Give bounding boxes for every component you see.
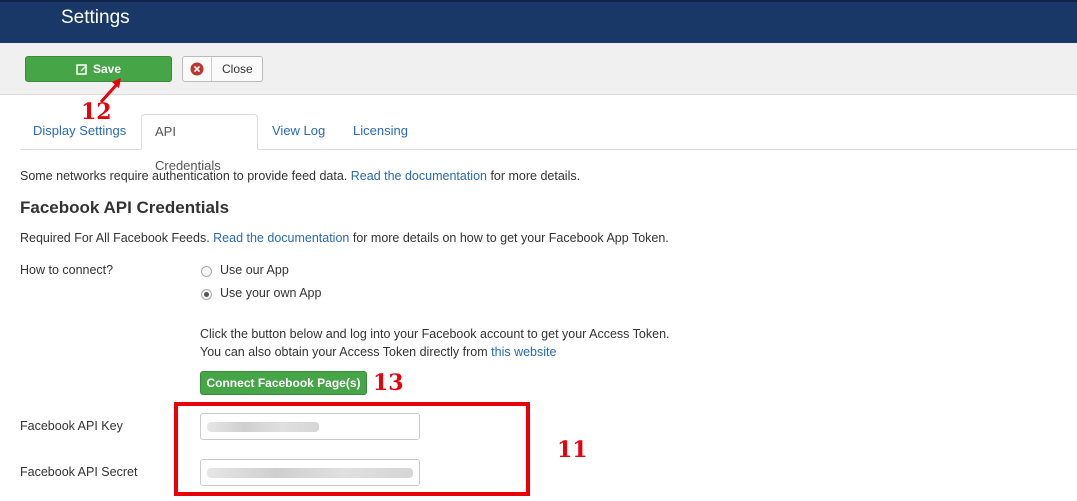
required-text-before: Required For All Facebook Feeds. (20, 231, 214, 245)
radio-use-own-app[interactable] (201, 289, 212, 300)
instruction-line-2: You can also obtain your Access Token di… (200, 345, 556, 359)
edit-icon (76, 64, 87, 75)
this-website-link[interactable]: this website (491, 345, 556, 359)
annotation-highlight-box (174, 402, 530, 496)
instruction-line-2-before: You can also obtain your Access Token di… (200, 345, 492, 359)
intro-text-after: for more details. (486, 169, 581, 183)
api-key-label: Facebook API Key (20, 419, 123, 433)
radio-use-own-app-label[interactable]: Use your own App (220, 286, 321, 300)
close-icon (190, 62, 204, 76)
tab-licensing[interactable]: Licensing (340, 114, 421, 150)
api-secret-label: Facebook API Secret (20, 465, 138, 479)
required-text-after: for more details on how to get your Face… (349, 231, 669, 245)
page-title: Settings (61, 7, 130, 28)
close-icon-box (183, 57, 212, 81)
connect-method-label: How to connect? (20, 263, 114, 277)
toolbar: Save Close (0, 43, 1077, 95)
close-button[interactable]: Close (182, 56, 263, 82)
radio-use-our-app-label[interactable]: Use our App (220, 263, 289, 277)
app-header: Settings (0, 0, 1077, 43)
tab-api-credentials[interactable]: API Credentials (141, 114, 258, 173)
intro-doc-link[interactable]: Read the documentation (351, 169, 487, 183)
instruction-line-1: Click the button below and log into your… (200, 327, 670, 341)
intro-text-before: Some networks require authentication to … (20, 169, 351, 183)
annotation-11: 11 (557, 437, 588, 463)
annotation-13: 13 (373, 370, 404, 396)
required-doc-link[interactable]: Read the documentation (213, 231, 349, 245)
tab-view-log[interactable]: View Log (259, 114, 338, 150)
intro-text: Some networks require authentication to … (20, 169, 580, 183)
connect-facebook-button[interactable]: Connect Facebook Page(s) (200, 371, 367, 395)
facebook-heading: Facebook API Credentials (20, 198, 230, 217)
tab-display-settings[interactable]: Display Settings (20, 114, 139, 150)
close-button-label: Close (222, 62, 253, 76)
required-text: Required For All Facebook Feeds. Read th… (20, 231, 669, 245)
radio-use-our-app[interactable] (201, 266, 212, 277)
tab-bar: Display Settings API Credentials View Lo… (20, 114, 1077, 173)
